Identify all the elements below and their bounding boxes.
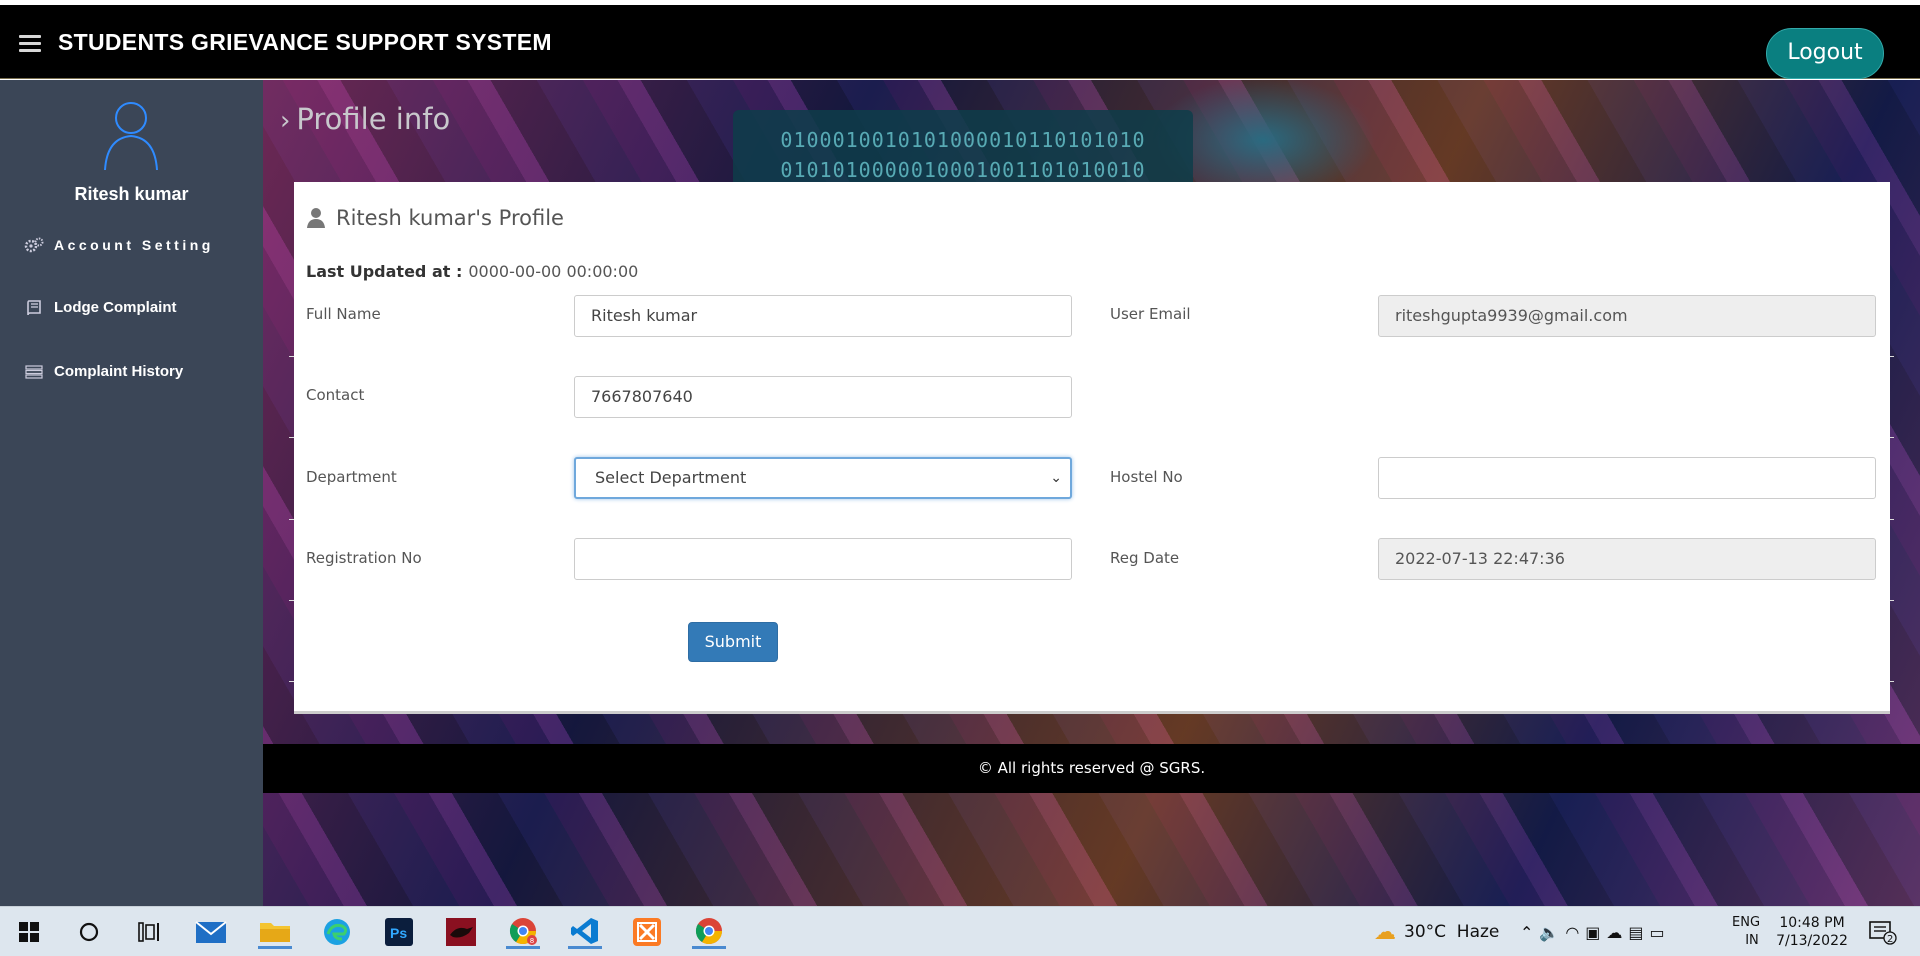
svg-text:Ps: Ps xyxy=(390,925,407,941)
weather-cloud-icon: ☁ xyxy=(1374,919,1396,945)
vscode-icon[interactable] xyxy=(568,915,602,949)
app-title: STUDENTS GRIEVANCE SUPPORT SYSTEM xyxy=(58,29,552,55)
sidebar-item-complaint-history[interactable]: Complaint History xyxy=(24,363,183,380)
edge-browser-icon[interactable] xyxy=(320,915,354,949)
user-email-field[interactable]: riteshgupta9939@gmail.com xyxy=(1378,295,1876,337)
last-updated: Last Updated at :0000-00-00 00:00:00 xyxy=(306,262,639,281)
weather-widget[interactable]: ☁ 30°C Haze xyxy=(1374,907,1499,956)
search-icon[interactable] xyxy=(72,915,106,949)
full-name-label: Full Name xyxy=(306,305,381,323)
sidebar-item-account-setting[interactable]: Account Setting xyxy=(24,237,214,253)
user-email-label: User Email xyxy=(1110,305,1191,323)
photoshop-icon[interactable]: Ps xyxy=(382,915,416,949)
department-label: Department xyxy=(306,468,397,486)
app-header: STUDENTS GRIEVANCE SUPPORT SYSTEM Logout xyxy=(0,5,1920,79)
wifi-icon: ◠ xyxy=(1565,922,1586,942)
user-icon xyxy=(307,208,325,228)
reg-date-label: Reg Date xyxy=(1110,549,1180,567)
sidebar: Ritesh kumar Account Setting Lodge Compl… xyxy=(0,80,263,906)
contact-input[interactable]: 7667807640 xyxy=(574,376,1072,418)
sidebar-item-label: Account Setting xyxy=(54,237,214,253)
profile-title: Ritesh kumar's Profile xyxy=(306,206,564,230)
mail-icon[interactable] xyxy=(194,915,228,949)
svg-text:2: 2 xyxy=(1887,934,1893,945)
onedrive-icon: ☁ xyxy=(1606,922,1629,942)
contact-label: Contact xyxy=(306,386,365,404)
profile-card: Ritesh kumar's Profile Last Updated at :… xyxy=(294,182,1890,714)
full-name-input[interactable]: Ritesh kumar xyxy=(574,295,1072,337)
usb-icon: ▤ xyxy=(1628,922,1650,942)
sidebar-user-name: Ritesh kumar xyxy=(74,184,189,204)
chevron-down-icon: ⌄ xyxy=(1050,470,1062,486)
language-indicator[interactable]: ENG IN xyxy=(1732,907,1760,956)
file-explorer-icon[interactable] xyxy=(258,915,292,949)
hostel-no-input[interactable] xyxy=(1378,457,1876,499)
chevron-right-icon: › xyxy=(280,106,291,136)
hostel-no-label: Hostel No xyxy=(1110,468,1183,486)
windows-taskbar: Ps 8 ☁ 30°C Haze ⌃ 🔈 ◠ ▣ ☁ ▤ ▭ ENG IN 10:48 PM 7… xyxy=(0,906,1920,956)
sidebar-item-label: Complaint History xyxy=(54,363,184,380)
submit-button[interactable]: Submit xyxy=(688,622,778,662)
book-icon xyxy=(24,299,44,316)
page-title: Profile info xyxy=(296,102,451,136)
xampp-panther-icon[interactable] xyxy=(444,915,478,949)
xampp-control-icon[interactable] xyxy=(630,915,664,949)
hamburger-menu-icon[interactable] xyxy=(19,35,41,53)
chevron-up-icon: ⌃ xyxy=(1520,922,1540,942)
sidebar-item-label: Lodge Complaint xyxy=(54,299,177,316)
chrome-icon[interactable] xyxy=(692,915,726,949)
gears-icon xyxy=(24,237,44,253)
registration-no-label: Registration No xyxy=(306,549,422,567)
chrome-icon[interactable]: 8 xyxy=(506,915,540,949)
background-binary-text: 0100010010101000010110101010 01010100000… xyxy=(780,128,1146,182)
volume-icon: 🔈 xyxy=(1539,922,1566,942)
clock[interactable]: 10:48 PM 7/13/2022 xyxy=(1776,907,1848,956)
department-select[interactable]: Select Department ⌄ xyxy=(574,457,1072,499)
network-icon: ▣ xyxy=(1585,922,1607,942)
system-tray-icons[interactable]: ⌃ 🔈 ◠ ▣ ☁ ▤ ▭ xyxy=(1520,907,1671,956)
registration-no-input[interactable] xyxy=(574,538,1072,580)
task-view-icon[interactable] xyxy=(132,915,166,949)
department-selected-value: Select Department xyxy=(595,468,747,487)
windows-start-icon[interactable] xyxy=(12,915,46,949)
notification-icon[interactable]: 2 xyxy=(1868,907,1898,956)
list-icon xyxy=(24,364,44,380)
breadcrumb: › Profile info xyxy=(280,102,450,136)
svg-text:8: 8 xyxy=(530,937,534,945)
footer: © All rights reserved @ SGRS. xyxy=(263,744,1920,793)
logout-button[interactable]: Logout xyxy=(1766,28,1884,79)
battery-icon: ▭ xyxy=(1649,922,1671,942)
reg-date-field[interactable]: 2022-07-13 22:47:36 xyxy=(1378,538,1876,580)
user-avatar-icon xyxy=(104,102,158,171)
sidebar-item-lodge-complaint[interactable]: Lodge Complaint xyxy=(24,299,177,316)
